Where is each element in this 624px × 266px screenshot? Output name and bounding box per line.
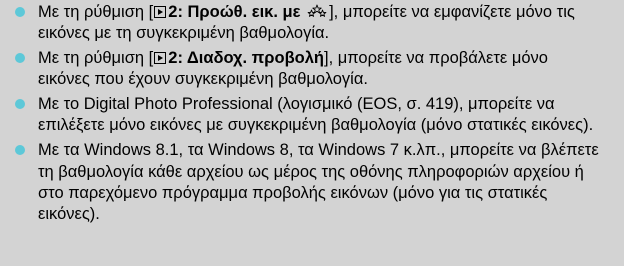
menu-label: 2: Προώθ. εικ. με [168,3,301,21]
item-prefix: Με τη ρύθμιση [ [38,49,154,68]
item-text: Με το Digital Photo Professional (λογισμ… [38,95,594,135]
bullet-list: Με τη ρύθμιση [2: Προώθ. εικ. με ], μπορ… [0,2,624,229]
rating-stars-icon [307,4,327,17]
item-text: Με τα Windows 8.1, τα Windows 8, τα Wind… [38,141,599,224]
bullet-dot-icon [15,53,25,64]
manual-page: Με τη ρύθμιση [2: Προώθ. εικ. με ], μπορ… [0,0,624,266]
list-item: Με τη ρύθμιση [2: Διαδοχ. προβολή], μπορ… [0,48,624,91]
bullet-dot-icon [15,145,25,156]
list-item: Με τη ρύθμιση [2: Προώθ. εικ. με ], μπορ… [0,2,624,45]
list-item: Με τα Windows 8.1, τα Windows 8, τα Wind… [0,140,624,225]
menu-label: 2: Διαδοχ. προβολή [168,49,324,68]
item-prefix: Με τη ρύθμιση [ [38,3,154,21]
menu-reference: 2: Προώθ. εικ. με [153,3,329,21]
menu-reference: 2: Διαδοχ. προβολή [153,49,324,67]
bullet-dot-icon [15,99,25,110]
playback-icon [154,52,167,65]
list-item: Με το Digital Photo Professional (λογισμ… [0,94,624,137]
playback-icon [154,6,167,18]
bullet-dot-icon [15,7,25,17]
